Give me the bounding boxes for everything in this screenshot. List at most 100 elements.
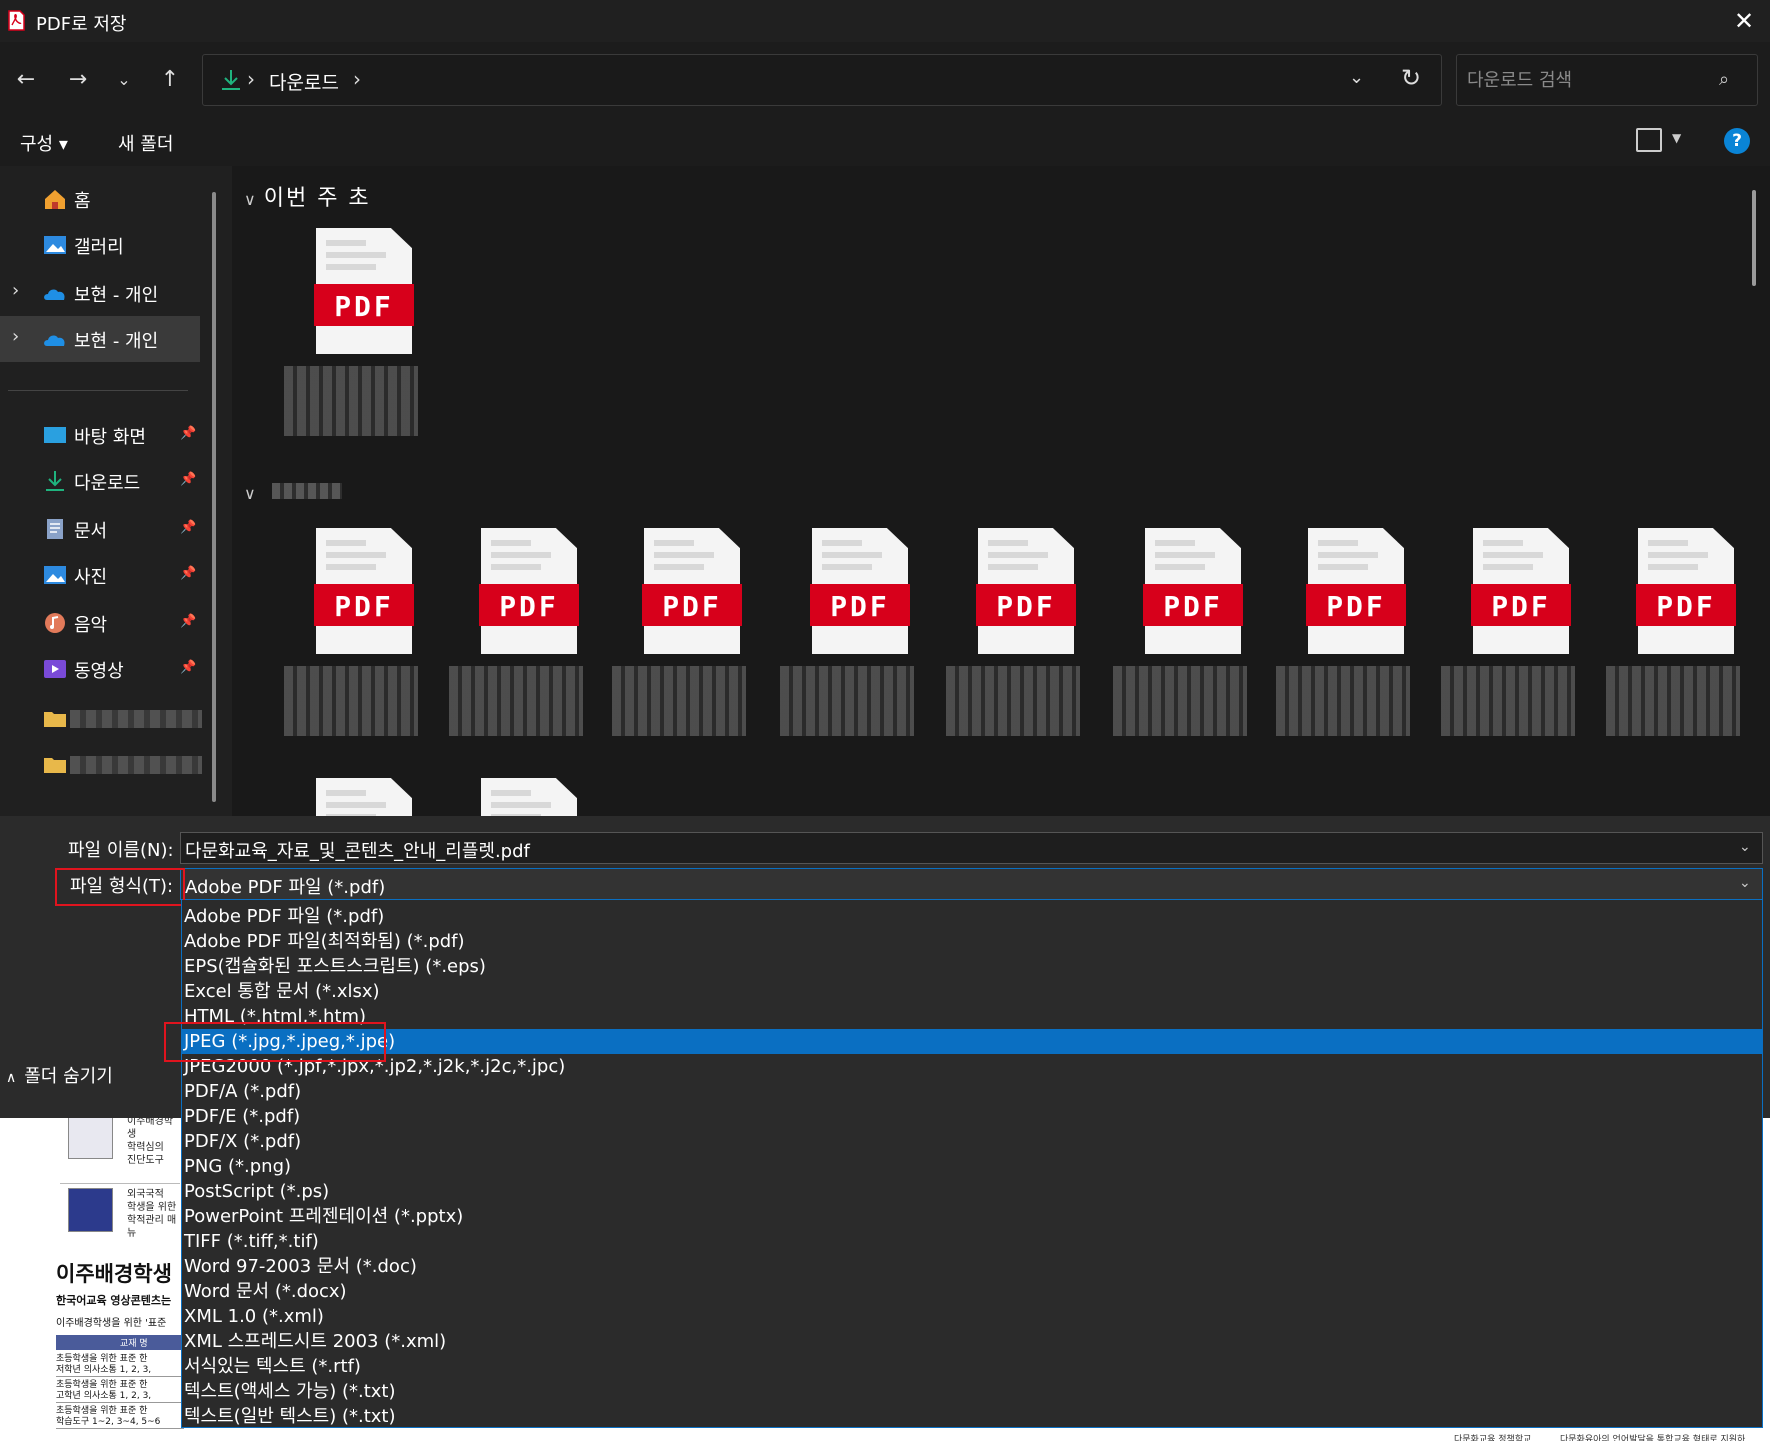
back-button[interactable]: ← xyxy=(8,62,44,98)
content-scrollbar[interactable] xyxy=(1752,190,1756,286)
chevron-down-icon[interactable]: ⌄ xyxy=(1739,839,1751,855)
chevron-right-icon[interactable]: › xyxy=(353,67,361,91)
sidebar-item-downloads[interactable]: 다운로드 📌 xyxy=(0,458,200,504)
gallery-icon xyxy=(44,236,66,254)
page-line xyxy=(654,564,704,570)
pdf-file-item[interactable]: PDF xyxy=(1437,528,1587,768)
filetype-option[interactable]: Adobe PDF 파일 (*.pdf) xyxy=(182,904,1762,929)
address-dropdown-icon[interactable]: ⌄ xyxy=(1349,67,1364,88)
sidebar-item-onedrive-personal[interactable]: › 보현 - 개인 xyxy=(0,270,200,316)
chevron-right-icon[interactable]: › xyxy=(247,67,255,91)
address-bar[interactable]: › 다운로드 › ⌄ ↻ xyxy=(202,54,1442,106)
filetype-option[interactable]: Excel 통합 문서 (*.xlsx) xyxy=(182,979,1762,1004)
breadcrumb[interactable]: 다운로드 xyxy=(269,68,339,95)
search-input[interactable] xyxy=(1467,67,1707,93)
filetype-option[interactable]: PDF/X (*.pdf) xyxy=(182,1129,1762,1154)
search-box[interactable]: ⌕ xyxy=(1456,54,1758,106)
pdf-file-item[interactable]: PDF xyxy=(776,528,926,768)
page-line xyxy=(822,564,872,570)
filetype-option[interactable]: PostScript (*.ps) xyxy=(182,1179,1762,1204)
filetype-option[interactable]: PDF/A (*.pdf) xyxy=(182,1079,1762,1104)
pdf-file-item[interactable]: PDF xyxy=(280,778,430,816)
organize-button[interactable]: 구성 ▾ xyxy=(20,130,68,156)
pdf-file-item[interactable]: PDF xyxy=(280,528,430,768)
filetype-option[interactable]: XML 스프레드시트 2003 (*.xml) xyxy=(182,1329,1762,1354)
page-line xyxy=(1318,564,1368,570)
filetype-select[interactable]: Adobe PDF 파일 (*.pdf) ⌄ xyxy=(180,868,1763,900)
pdf-file-item[interactable]: PDF xyxy=(942,528,1092,768)
pdf-file-item[interactable]: PDF xyxy=(1109,528,1259,768)
search-icon[interactable]: ⌕ xyxy=(1719,69,1729,90)
pdf-badge: PDF xyxy=(314,284,414,326)
view-options-icon[interactable] xyxy=(1636,128,1662,152)
sidebar-item-music[interactable]: 음악 📌 xyxy=(0,600,200,646)
videos-icon xyxy=(44,660,66,678)
sidebar-scrollbar[interactable] xyxy=(212,192,216,802)
sidebar-item-folder[interactable] xyxy=(0,742,202,788)
sidebar-item-videos[interactable]: 동영상 📌 xyxy=(0,646,200,692)
caret-down-icon[interactable]: ▼ xyxy=(1672,131,1681,145)
forward-button[interactable]: → xyxy=(60,62,96,98)
filetype-option[interactable]: 서식있는 텍스트 (*.rtf) xyxy=(182,1354,1762,1379)
filetype-option[interactable]: Word 97-2003 문서 (*.doc) xyxy=(182,1254,1762,1279)
page-line xyxy=(491,802,551,808)
filetype-option[interactable]: Adobe PDF 파일(최적화됨) (*.pdf) xyxy=(182,929,1762,954)
sidebar-item-gallery[interactable]: 갤러리 xyxy=(0,222,200,268)
doc-subheading: 이주배경학생을 위한 '표준 xyxy=(56,1318,167,1329)
chevron-down-icon[interactable]: ∨ xyxy=(244,190,256,209)
chevron-down-icon[interactable]: ∨ xyxy=(244,484,256,503)
pdf-file-item[interactable]: PDF xyxy=(1272,528,1422,768)
filetype-option[interactable]: 텍스트(일반 텍스트) (*.txt) xyxy=(182,1404,1762,1429)
group-header-collapsible[interactable]: ∨ xyxy=(244,480,264,505)
pin-icon[interactable]: 📌 xyxy=(180,520,196,535)
sidebar-item-home[interactable]: 홈 xyxy=(0,176,200,222)
filetype-option[interactable]: XML 1.0 (*.xml) xyxy=(182,1304,1762,1329)
pin-icon[interactable]: 📌 xyxy=(180,426,196,441)
page-line xyxy=(1483,540,1523,546)
help-button[interactable]: ? xyxy=(1724,128,1750,154)
pin-icon[interactable]: 📌 xyxy=(180,566,196,581)
filename-value[interactable]: 다문화교육_자료_및_콘텐츠_안내_리플렛.pdf xyxy=(185,837,530,863)
group-header-this-week[interactable]: ∨ 이번 주 초 xyxy=(244,180,371,212)
hide-folders-button[interactable]: ∧ 폴더 숨기기 xyxy=(6,1062,113,1088)
refresh-icon[interactable]: ↻ xyxy=(1401,64,1421,92)
pin-icon[interactable]: 📌 xyxy=(180,660,196,675)
filetype-option[interactable]: JPEG2000 (*.jpf,*.jpx,*.jp2,*.j2k,*.j2c,… xyxy=(182,1054,1762,1079)
pdf-file-item[interactable]: PDF xyxy=(445,528,595,768)
filetype-option[interactable]: TIFF (*.tiff,*.tif) xyxy=(182,1229,1762,1254)
sidebar-item-label: 문서 xyxy=(74,521,108,542)
chevron-right-icon[interactable]: › xyxy=(12,326,19,347)
filetype-option[interactable]: PowerPoint 프레젠테이션 (*.pptx) xyxy=(182,1204,1762,1229)
pdf-badge: PDF xyxy=(642,584,742,626)
chevron-down-icon[interactable]: ⌄ xyxy=(1739,875,1751,891)
pdf-file-item[interactable]: PDF xyxy=(1602,528,1752,768)
close-button[interactable]: ✕ xyxy=(1726,4,1762,38)
blurred-group-label xyxy=(272,483,342,499)
filename-field[interactable]: 다문화교육_자료_및_콘텐츠_안내_리플렛.pdf ⌄ xyxy=(180,832,1763,864)
filetype-option[interactable]: 텍스트(액세스 가능) (*.txt) xyxy=(182,1379,1762,1404)
pin-icon[interactable]: 📌 xyxy=(180,472,196,487)
pdf-file-item[interactable]: PDF xyxy=(608,528,758,768)
sidebar-item-desktop[interactable]: 바탕 화면 📌 xyxy=(0,412,200,458)
filetype-option[interactable]: JPEG (*.jpg,*.jpeg,*.jpe) xyxy=(182,1029,1762,1054)
sidebar-item-label: 갤러리 xyxy=(74,237,124,258)
sidebar-item-pictures[interactable]: 사진 📌 xyxy=(0,552,200,598)
filetype-value[interactable]: Adobe PDF 파일 (*.pdf) xyxy=(185,873,385,899)
pdf-file-item[interactable]: PDF xyxy=(445,778,595,816)
filetype-option[interactable]: HTML (*.html,*.htm) xyxy=(182,1004,1762,1029)
pdf-file-item[interactable]: PDF xyxy=(280,228,430,468)
filetype-option[interactable]: PDF/E (*.pdf) xyxy=(182,1104,1762,1129)
filetype-option[interactable]: Word 문서 (*.docx) xyxy=(182,1279,1762,1304)
filetype-option[interactable]: PNG (*.png) xyxy=(182,1154,1762,1179)
sidebar-item-folder[interactable] xyxy=(0,696,202,742)
sidebar-item-onedrive-personal-2[interactable]: › 보현 - 개인 xyxy=(0,316,200,362)
filetype-dropdown-list[interactable]: Adobe PDF 파일 (*.pdf) Adobe PDF 파일(최적화됨) (… xyxy=(181,900,1763,1428)
page-line xyxy=(326,540,366,546)
sidebar-item-documents[interactable]: 문서 📌 xyxy=(0,506,200,552)
up-button[interactable]: ↑ xyxy=(152,62,188,98)
recent-locations-button[interactable]: ⌄ xyxy=(106,62,142,98)
new-folder-button[interactable]: 새 폴더 xyxy=(118,130,173,156)
chevron-right-icon[interactable]: › xyxy=(12,280,19,301)
pin-icon[interactable]: 📌 xyxy=(180,614,196,629)
filetype-option[interactable]: EPS(캡슐화된 포스트스크립트) (*.eps) xyxy=(182,954,1762,979)
